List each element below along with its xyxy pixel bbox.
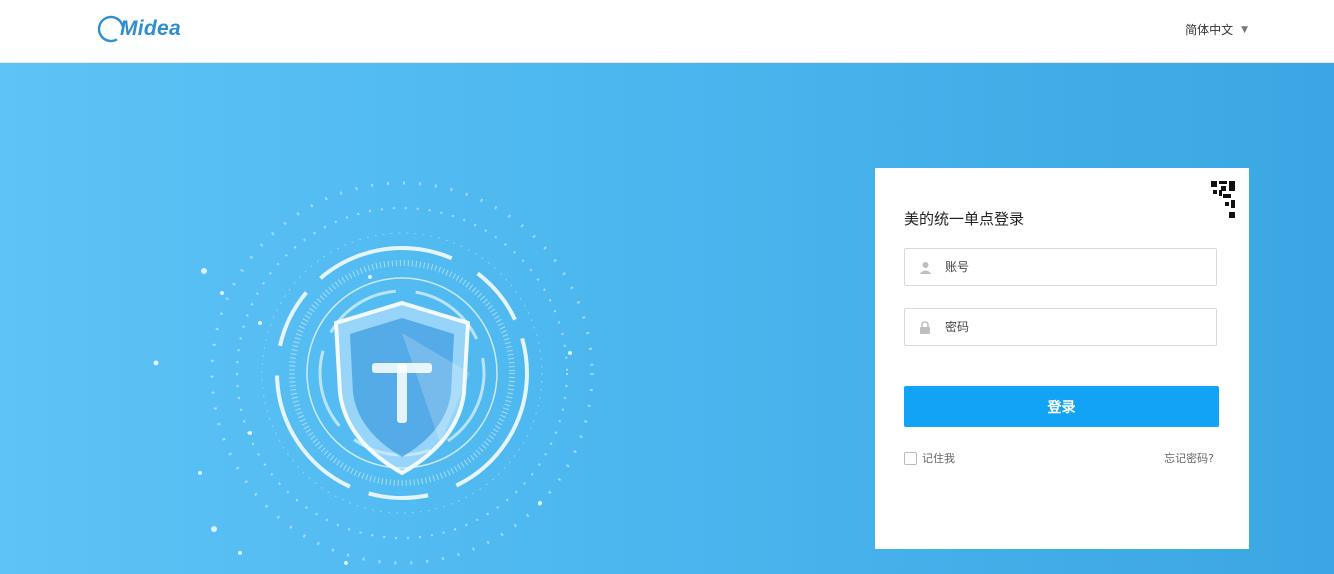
password-input[interactable]	[943, 319, 1197, 335]
lock-icon	[917, 319, 933, 335]
password-field[interactable]	[904, 308, 1217, 346]
login-button[interactable]: 登录	[904, 386, 1219, 427]
remember-me-checkbox[interactable]: 记住我	[904, 450, 955, 466]
login-title: 美的统一单点登录	[904, 210, 1025, 228]
username-input[interactable]	[943, 259, 1197, 275]
midea-logo[interactable]: Midea	[96, 12, 181, 46]
top-header: Midea 简体中文 ▼	[0, 0, 1334, 63]
forgot-password-link[interactable]: 忘记密码?	[1164, 450, 1214, 466]
username-field[interactable]	[904, 248, 1217, 286]
language-selector[interactable]: 简体中文 ▼	[1185, 21, 1248, 38]
language-label: 简体中文	[1185, 23, 1234, 37]
shield-illustration	[153, 181, 594, 565]
hero-banner: 美的统一单点登录 登录 记住我 忘记密码?	[0, 63, 1334, 574]
login-card: 美的统一单点登录 登录 记住我 忘记密码?	[875, 168, 1249, 549]
user-icon	[917, 259, 933, 275]
chevron-down-icon: ▼	[1241, 24, 1248, 35]
logo-text: Midea	[120, 17, 182, 40]
remember-me-label: 记住我	[922, 452, 955, 465]
qr-code-icon[interactable]	[1193, 178, 1237, 222]
checkbox-box[interactable]	[904, 451, 917, 465]
